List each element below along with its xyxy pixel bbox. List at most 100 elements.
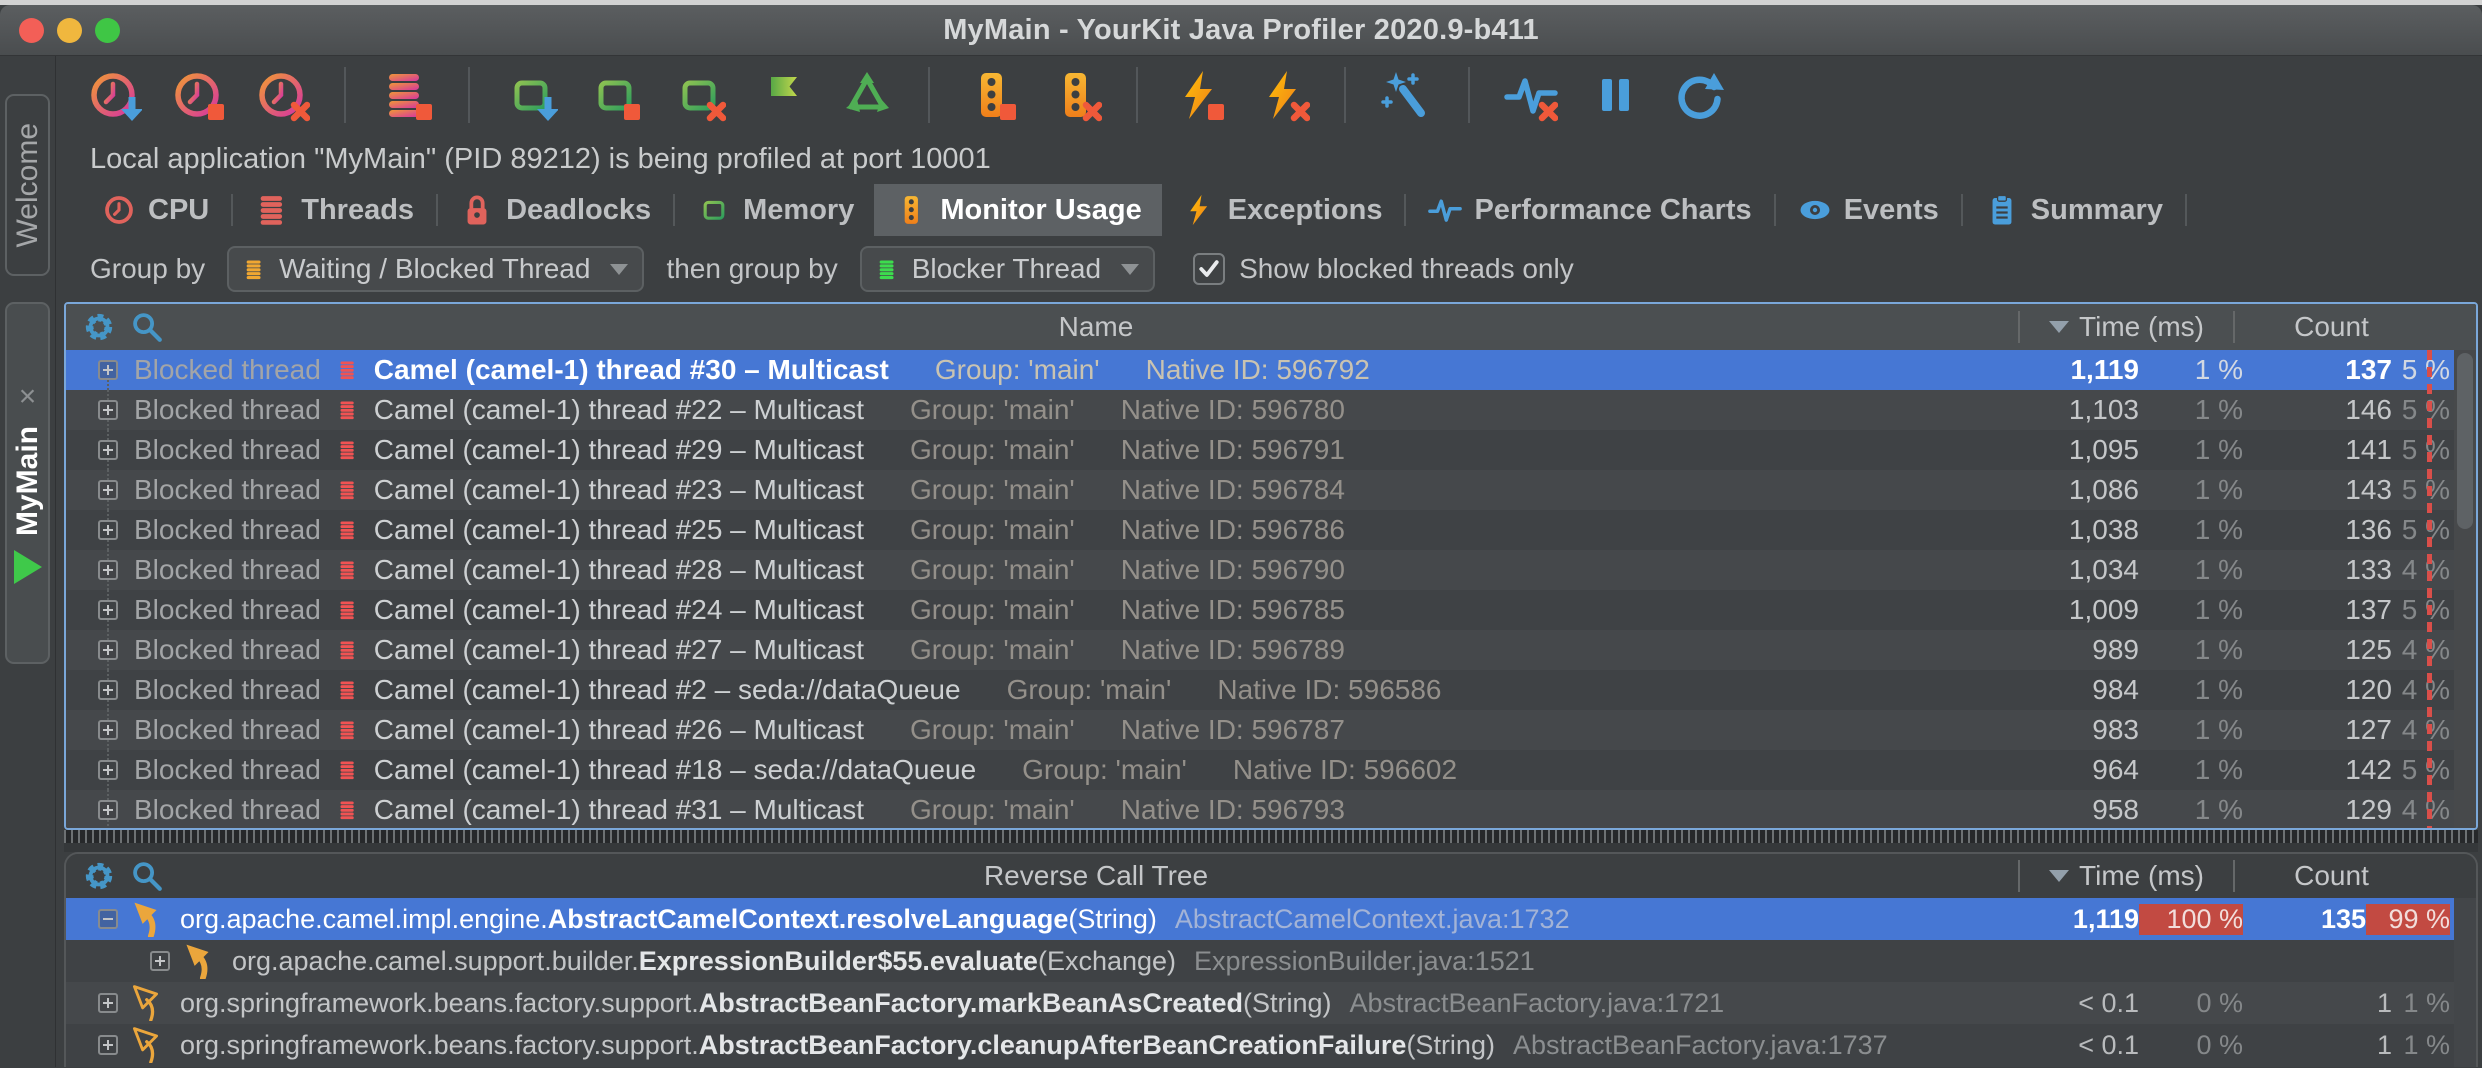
exceptions-clear-button[interactable] [1254, 66, 1312, 124]
thread-row[interactable]: Blocked threadCamel (camel-1) thread #22… [66, 390, 2476, 430]
pause-button[interactable] [1586, 66, 1644, 124]
force-gc-button[interactable] [838, 66, 896, 124]
calltree-row[interactable]: org.springframework.beans.factory.suppor… [66, 982, 2476, 1024]
thread-group: Group: 'main' [935, 354, 1100, 386]
collapse-icon[interactable] [98, 909, 118, 929]
yourkit-profiler-window: MyMain - YourKit Java Profiler 2020.9-b4… [0, 0, 2482, 1068]
scrollbar-track[interactable] [2454, 898, 2476, 1067]
thread-prefix: Blocked thread [134, 634, 321, 666]
thread-row[interactable]: Blocked threadCamel (camel-1) thread #29… [66, 430, 2476, 470]
expand-icon[interactable] [98, 993, 118, 1013]
thread-prefix: Blocked thread [134, 474, 321, 506]
welcome-tab[interactable]: Welcome [5, 94, 50, 276]
blocked-thread-icon [337, 677, 358, 703]
expand-icon[interactable] [98, 640, 118, 660]
count-column-header[interactable]: Count [2233, 311, 2428, 343]
calltree-row[interactable]: org.springframework.beans.factory.suppor… [66, 1024, 2476, 1066]
thread-prefix: Blocked thread [134, 794, 321, 826]
search-button[interactable] [130, 859, 164, 893]
tab-memory[interactable]: Memory [677, 184, 874, 236]
thread-name: Camel (camel-1) thread #27 – Multicast [374, 634, 864, 666]
tab-deadlocks[interactable]: Deadlocks [440, 184, 671, 236]
tab-cpu[interactable]: CPU [82, 184, 229, 236]
expand-icon[interactable] [98, 600, 118, 620]
expand-icon[interactable] [98, 520, 118, 540]
search-button[interactable] [130, 310, 164, 344]
expand-icon[interactable] [150, 951, 170, 971]
threshold-marker-line [2427, 350, 2432, 828]
calltree-row[interactable]: org.apache.camel.support.builder.Express… [66, 940, 2476, 982]
threads-stop-button[interactable] [378, 66, 436, 124]
thread-row[interactable]: Blocked threadCamel (camel-1) thread #25… [66, 510, 2476, 550]
inspections-wand-button[interactable] [1378, 66, 1436, 124]
name-column-header[interactable]: Name [174, 311, 2018, 343]
count-percent: 5 % [2392, 514, 2450, 546]
toolbar-separator [468, 67, 470, 123]
count-percent: 5 % [2392, 474, 2450, 506]
cpu-start-button[interactable] [86, 66, 144, 124]
cpu-clear-button[interactable] [254, 66, 312, 124]
thread-row[interactable]: Blocked thread Camel (camel-1) thread #27… [66, 630, 2476, 670]
mymain-tab[interactable]: × MyMain [5, 302, 50, 664]
memory-stop-button[interactable] [586, 66, 644, 124]
thread-row[interactable]: Blocked threadCamel (camel-1) thread #30… [66, 350, 2476, 390]
tab-exceptions[interactable]: Exceptions [1162, 184, 1403, 236]
tab-events[interactable]: Events [1778, 184, 1959, 236]
close-session-icon[interactable]: × [19, 382, 37, 412]
thread-row[interactable]: Blocked thread Camel (camel-1) thread #26… [66, 710, 2476, 750]
expand-icon[interactable] [98, 800, 118, 820]
tab-monitor-usage[interactable]: Monitor Usage [874, 184, 1161, 236]
telemetry-clear-button[interactable] [1502, 66, 1560, 124]
monitor-clear-button[interactable] [1046, 66, 1104, 124]
count-column-header[interactable]: Count [2233, 860, 2428, 892]
count-percent: 5 % [2392, 394, 2450, 426]
panel-splitter[interactable] [64, 830, 2478, 852]
then-group-by-select[interactable]: Blocker Thread [860, 246, 1155, 292]
expand-icon[interactable] [98, 360, 118, 380]
expand-icon[interactable] [98, 680, 118, 700]
count-value: 1 [2255, 988, 2392, 1019]
thread-row[interactable]: Blocked threadCamel (camel-1) thread #23… [66, 470, 2476, 510]
expand-icon[interactable] [98, 720, 118, 740]
time-value: 984 [2040, 674, 2139, 706]
monitor-stop-button[interactable] [962, 66, 1020, 124]
expand-icon[interactable] [98, 440, 118, 460]
memory-start-button[interactable] [502, 66, 560, 124]
expand-icon[interactable] [98, 560, 118, 580]
thread-row[interactable]: Blocked threadCamel (camel-1) thread #18… [66, 750, 2476, 790]
thread-row[interactable]: Blocked threadCamel (camel-1) thread #24… [66, 590, 2476, 630]
thread-name: Camel (camel-1) thread #31 – Multicast [374, 794, 864, 826]
thread-row[interactable]: Blocked threadCamel (camel-1) thread #28… [66, 550, 2476, 590]
memory-clear-button[interactable] [670, 66, 728, 124]
thread-row[interactable]: Blocked threadCamel (camel-1) thread #2 … [66, 670, 2476, 710]
time-column-header[interactable]: Time (ms) [2018, 311, 2233, 343]
time-column-header[interactable]: Time (ms) [2018, 860, 2233, 892]
calltree-row[interactable]: org.apache.camel.impl.engine.AbstractCam… [66, 898, 2476, 940]
expand-icon[interactable] [98, 1035, 118, 1055]
thread-row[interactable]: Blocked thread Camel (camel-1) thread #31… [66, 790, 2476, 828]
then-group-by-value: Blocker Thread [912, 253, 1101, 285]
refresh-button[interactable] [1670, 66, 1728, 124]
expand-icon[interactable] [98, 400, 118, 420]
thread-name: Camel (camel-1) thread #25 – Multicast [374, 514, 864, 546]
tab-performance-charts[interactable]: Performance Charts [1408, 184, 1771, 236]
thread-prefix: Blocked thread [134, 714, 321, 746]
settings-gear-button[interactable] [82, 310, 116, 344]
thread-name: Camel (camel-1) thread #26 – Multicast [374, 714, 864, 746]
snapshot-flag-button[interactable] [754, 66, 812, 124]
tab-label: Threads [301, 194, 414, 227]
scrollbar-thumb[interactable] [2457, 353, 2473, 529]
tab-divider [2185, 194, 2187, 226]
group-by-select[interactable]: Waiting / Blocked Thread [227, 246, 644, 292]
expand-icon[interactable] [98, 760, 118, 780]
tab-summary[interactable]: Summary [1965, 184, 2183, 236]
exceptions-stop-button[interactable] [1170, 66, 1228, 124]
cpu-stop-button[interactable] [170, 66, 228, 124]
method-signature: org.springframework.beans.factory.suppor… [180, 988, 1331, 1019]
tab-threads[interactable]: Threads [235, 184, 434, 236]
expand-icon[interactable] [98, 480, 118, 500]
show-blocked-threads-checkbox[interactable] [1193, 253, 1225, 285]
settings-gear-button[interactable] [82, 859, 116, 893]
scrollbar-track[interactable] [2454, 350, 2476, 828]
blocked-thread-icon [337, 637, 358, 663]
